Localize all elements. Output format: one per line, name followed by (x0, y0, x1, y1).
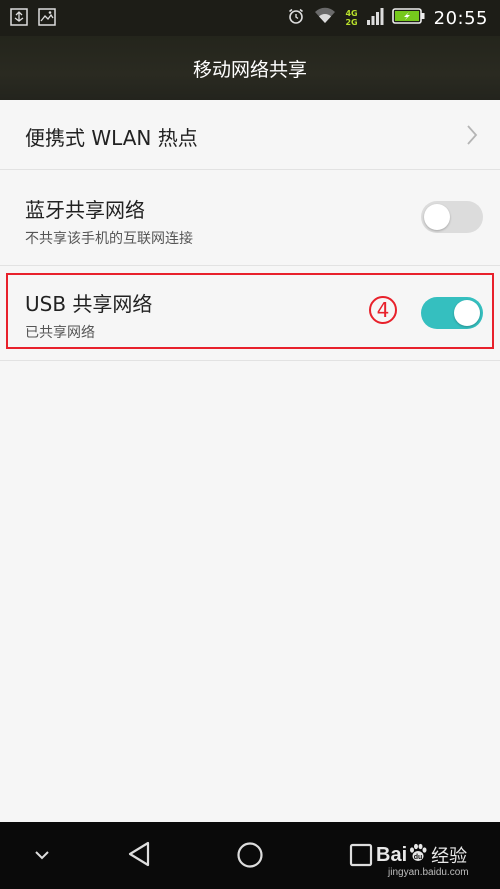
baidu-jingyan-watermark: Bai du 经验 (376, 842, 467, 868)
app-header: 移动网络共享 (0, 36, 500, 100)
signal-icon (366, 6, 384, 30)
wlan-hotspot-row[interactable]: 便携式 WLAN 热点 (0, 100, 500, 170)
alarm-icon (287, 7, 305, 29)
back-icon[interactable] (126, 840, 152, 872)
watermark-suffix: 经验 (431, 846, 468, 867)
row-title: 便携式 WLAN 热点 (25, 126, 198, 150)
watermark-url: jingyan.baidu.com (388, 867, 469, 878)
bluetooth-tethering-toggle[interactable] (421, 201, 483, 233)
network-type-label: 4G 2G (345, 9, 358, 27)
home-icon[interactable] (236, 841, 264, 873)
battery-charging-icon (391, 7, 426, 29)
bluetooth-tethering-row[interactable]: 蓝牙共享网络 不共享该手机的互联网连接 (0, 170, 500, 266)
recents-icon[interactable] (349, 843, 373, 871)
row-subtitle: 不共享该手机的互联网连接 (25, 231, 193, 247)
annotation-step-number: 4 (369, 296, 397, 324)
annotation-highlight-box (6, 273, 494, 349)
clock: 20:55 (433, 7, 488, 29)
status-bar: 4G 2G 20:55 (0, 0, 500, 36)
screenshot-icon (38, 8, 56, 30)
collapse-icon[interactable] (34, 846, 50, 865)
toggle-knob (424, 204, 450, 230)
wifi-icon (313, 7, 337, 29)
page-title: 移动网络共享 (192, 58, 307, 81)
watermark-brand: Bai (376, 843, 408, 866)
chevron-right-icon (466, 124, 478, 150)
svg-text:du: du (414, 854, 423, 861)
usb-debug-icon (10, 8, 28, 30)
baidu-paw-icon: du (407, 842, 429, 868)
row-title: 蓝牙共享网络 (25, 198, 145, 222)
